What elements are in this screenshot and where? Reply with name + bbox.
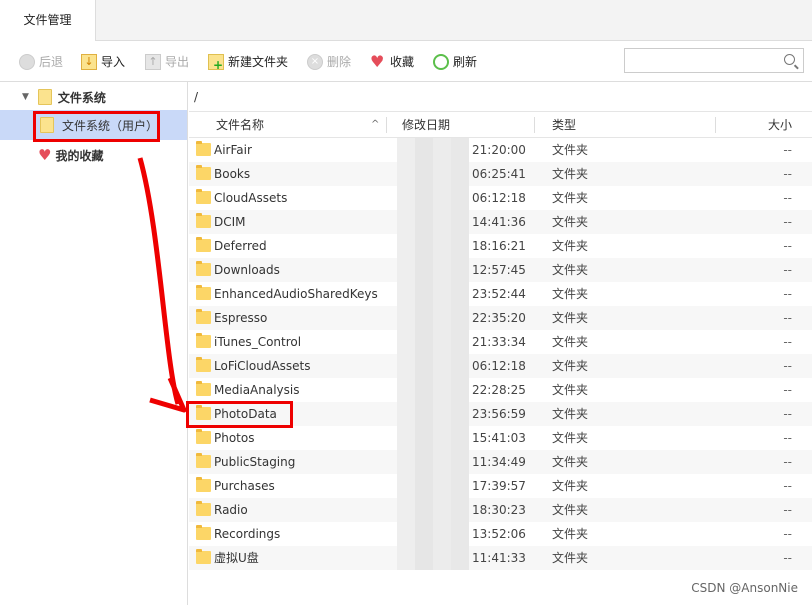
annotation-arrow xyxy=(137,157,187,413)
watermark: CSDN @AnsonNie xyxy=(691,581,798,595)
